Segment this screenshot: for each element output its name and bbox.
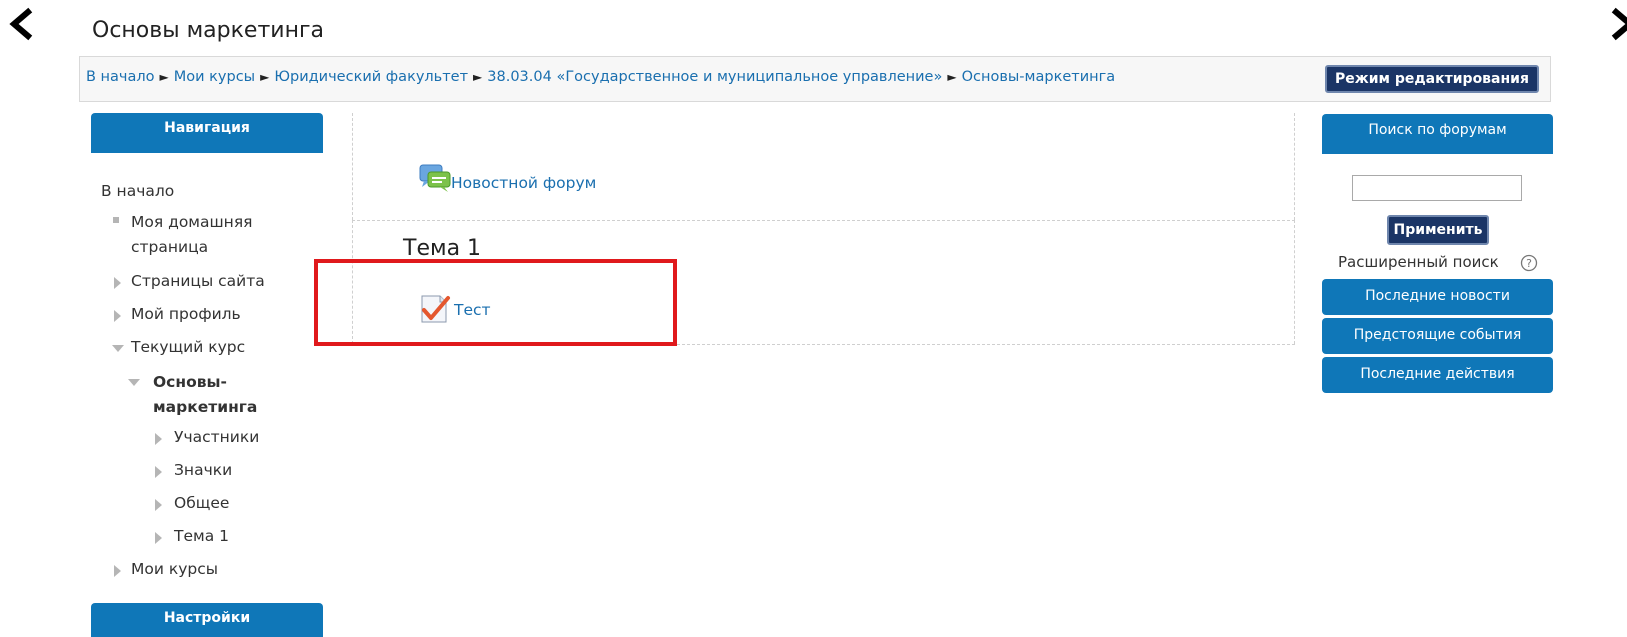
nav-topic1[interactable]: Тема 1 bbox=[174, 527, 229, 545]
forum-icon bbox=[418, 163, 452, 193]
recent-activity-block-header[interactable]: Последние действия bbox=[1322, 357, 1553, 393]
advanced-search-link[interactable]: Расширенный поиск bbox=[1338, 253, 1499, 271]
expand-arrow-icon[interactable] bbox=[155, 499, 162, 511]
nav-my-courses[interactable]: Мои курсы bbox=[131, 560, 218, 578]
breadcrumb-course[interactable]: Основы-маркетинга bbox=[962, 69, 1116, 85]
forum-search-block-header[interactable]: Поиск по форумам bbox=[1322, 114, 1553, 154]
nav-my-home[interactable]: Моя домашняя страница bbox=[131, 210, 281, 260]
next-arrow-icon[interactable] bbox=[1606, 6, 1627, 42]
breadcrumb-separator-icon: ► bbox=[159, 70, 169, 84]
bullet-icon bbox=[113, 217, 119, 223]
breadcrumb-faculty[interactable]: Юридический факультет bbox=[274, 69, 468, 85]
section-border bbox=[1294, 113, 1295, 220]
section-border bbox=[352, 113, 353, 220]
collapse-arrow-icon[interactable] bbox=[112, 345, 124, 352]
nav-my-profile[interactable]: Мой профиль bbox=[131, 305, 241, 323]
latest-news-block-header[interactable]: Последние новости bbox=[1322, 279, 1553, 315]
breadcrumb-home[interactable]: В начало bbox=[86, 69, 155, 85]
nav-course[interactable]: Основы-маркетинга bbox=[153, 370, 273, 420]
help-icon[interactable]: ? bbox=[1520, 254, 1538, 272]
section-border bbox=[1294, 220, 1295, 344]
navigation-block-header[interactable]: Навигация bbox=[91, 113, 323, 153]
navigation-block: В начало Моя домашняя страница Страницы … bbox=[91, 153, 323, 593]
breadcrumb-separator-icon: ► bbox=[947, 70, 957, 84]
svg-text:?: ? bbox=[1526, 257, 1532, 270]
settings-block-header[interactable]: Настройки bbox=[91, 603, 323, 637]
expand-arrow-icon[interactable] bbox=[155, 466, 162, 478]
nav-general[interactable]: Общее bbox=[174, 494, 229, 512]
nav-site-pages[interactable]: Страницы сайта bbox=[131, 272, 265, 290]
highlight-box bbox=[314, 259, 677, 346]
page-title: Основы маркетинга bbox=[92, 18, 324, 43]
expand-arrow-icon[interactable] bbox=[114, 565, 121, 577]
breadcrumb: В начало ► Мои курсы ► Юридический факультет… bbox=[86, 69, 1115, 85]
collapse-arrow-icon[interactable] bbox=[128, 379, 140, 386]
upcoming-events-block-header[interactable]: Предстоящие события bbox=[1322, 318, 1553, 354]
breadcrumb-my-courses[interactable]: Мои курсы bbox=[174, 69, 255, 85]
apply-button[interactable]: Применить bbox=[1387, 215, 1489, 245]
expand-arrow-icon[interactable] bbox=[114, 277, 121, 289]
topic-title: Тема 1 bbox=[403, 236, 482, 261]
expand-arrow-icon[interactable] bbox=[155, 433, 162, 445]
nav-current-course[interactable]: Текущий курс bbox=[131, 338, 245, 356]
edit-mode-button[interactable]: Режим редактирования bbox=[1325, 65, 1539, 93]
breadcrumb-separator-icon: ► bbox=[260, 70, 270, 84]
nav-badges[interactable]: Значки bbox=[174, 461, 232, 479]
expand-arrow-icon[interactable] bbox=[114, 310, 121, 322]
news-forum-link[interactable]: Новостной форум bbox=[451, 174, 596, 192]
section-divider bbox=[352, 220, 1295, 221]
nav-participants[interactable]: Участники bbox=[174, 428, 259, 446]
previous-arrow-icon[interactable] bbox=[4, 6, 40, 42]
breadcrumb-program[interactable]: 38.03.04 «Государственное и муниципально… bbox=[487, 69, 942, 85]
expand-arrow-icon[interactable] bbox=[155, 532, 162, 544]
breadcrumb-separator-icon: ► bbox=[473, 70, 483, 84]
nav-home-link[interactable]: В начало bbox=[101, 182, 174, 200]
forum-search-input[interactable] bbox=[1352, 175, 1522, 201]
